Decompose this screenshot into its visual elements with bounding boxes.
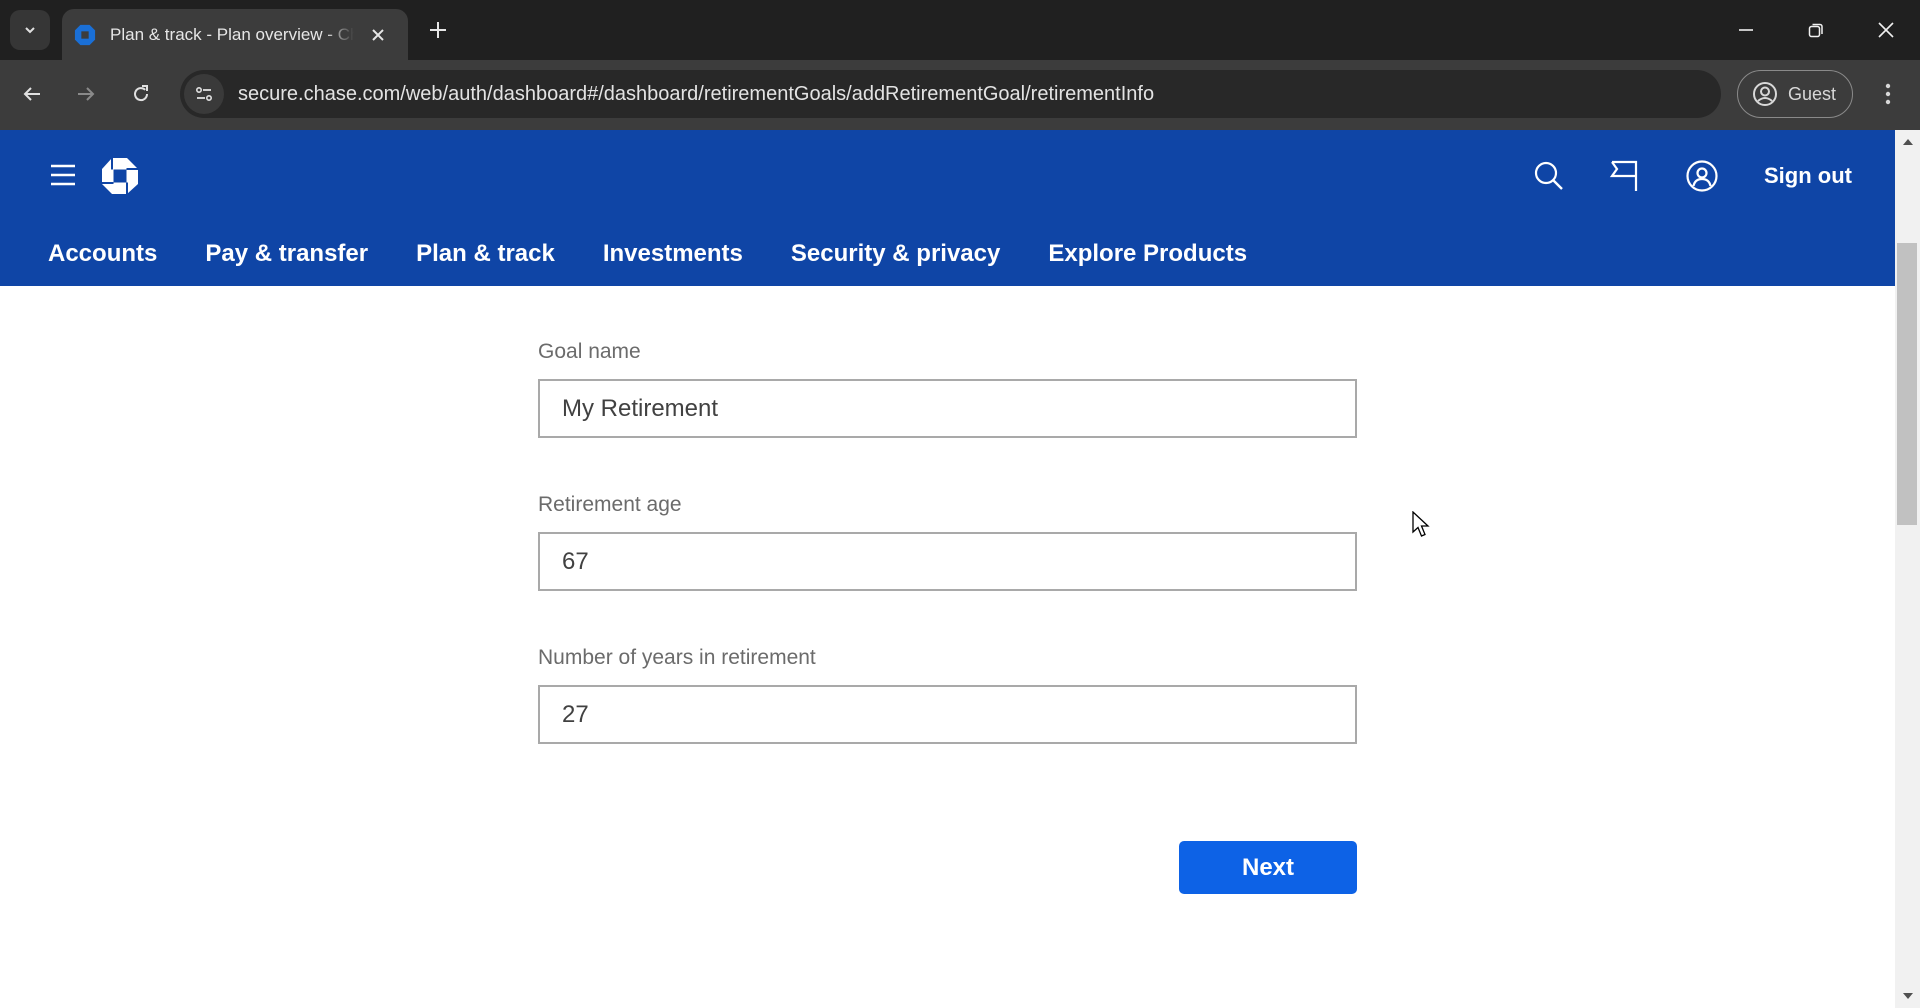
site-info-button[interactable] xyxy=(184,74,224,114)
triangle-up-icon xyxy=(1902,139,1913,145)
hamburger-icon xyxy=(51,164,75,186)
years-in-retirement-label: Number of years in retirement xyxy=(538,646,816,669)
browser-window: Plan & track - Plan overview - Chase xyxy=(0,0,1920,1008)
scroll-up-button[interactable] xyxy=(1895,130,1920,154)
new-tab-button[interactable] xyxy=(424,16,452,44)
goal-name-input[interactable] xyxy=(538,379,1357,438)
next-button[interactable]: Next xyxy=(1179,841,1357,894)
close-icon xyxy=(372,28,384,41)
profile-menu-button[interactable] xyxy=(1684,158,1720,194)
chase-logo-icon xyxy=(102,158,138,194)
scrollbar-thumb[interactable] xyxy=(1897,243,1917,525)
forward-button[interactable] xyxy=(68,76,104,112)
nav-item-investments[interactable]: Investments xyxy=(603,234,743,274)
browser-menu-button[interactable] xyxy=(1874,76,1902,112)
reload-icon xyxy=(134,85,149,102)
url-text: secure.chase.com/web/auth/dashboard#/das… xyxy=(238,82,1155,105)
years-in-retirement-input[interactable] xyxy=(538,685,1357,744)
nav-item-security-privacy[interactable]: Security & privacy xyxy=(791,234,1000,274)
profile-icon xyxy=(1686,160,1718,192)
arrow-right-icon xyxy=(78,87,95,101)
chevron-down-icon xyxy=(25,27,35,34)
nav-item-plan-track[interactable]: Plan & track xyxy=(416,234,555,274)
minimize-icon xyxy=(1739,29,1753,31)
page-scrollbar[interactable] xyxy=(1895,130,1920,1008)
tab-title: Plan & track - Plan overview - Chase xyxy=(110,24,354,44)
tab-strip: Plan & track - Plan overview - Chase xyxy=(0,0,1920,60)
tab-search-button[interactable] xyxy=(10,10,50,50)
active-tab[interactable]: Plan & track - Plan overview - Chase xyxy=(62,9,408,60)
goal-name-label: Goal name xyxy=(538,340,641,363)
restore-button[interactable] xyxy=(1796,12,1836,48)
mouse-cursor-icon xyxy=(1412,511,1430,537)
menu-button[interactable] xyxy=(46,160,80,190)
main-navigation: Accounts Pay & transfer Plan & track Inv… xyxy=(48,234,1247,274)
account-circle-icon xyxy=(1753,82,1777,106)
tab-close-button[interactable] xyxy=(366,23,390,47)
scroll-down-button[interactable] xyxy=(1895,984,1920,1008)
triangle-down-icon xyxy=(1902,993,1913,999)
plus-icon xyxy=(430,22,446,38)
chase-logo[interactable] xyxy=(100,156,140,196)
back-button[interactable] xyxy=(14,76,50,112)
tune-icon xyxy=(195,86,213,102)
kebab-icon xyxy=(1885,83,1891,105)
close-icon xyxy=(1878,22,1894,38)
nav-item-pay-transfer[interactable]: Pay & transfer xyxy=(205,234,368,274)
restore-icon xyxy=(1808,23,1823,38)
nav-item-accounts[interactable]: Accounts xyxy=(48,234,157,274)
arrow-left-icon xyxy=(23,87,40,101)
flag-icon xyxy=(1609,160,1638,191)
profile-button[interactable]: Guest xyxy=(1737,70,1853,118)
messages-button[interactable] xyxy=(1606,158,1642,194)
minimize-button[interactable] xyxy=(1726,12,1766,48)
search-icon xyxy=(1534,161,1563,190)
profile-label: Guest xyxy=(1788,83,1837,104)
retirement-age-input[interactable] xyxy=(538,532,1357,591)
chase-favicon-icon xyxy=(74,24,96,45)
address-bar[interactable]: secure.chase.com/web/auth/dashboard#/das… xyxy=(180,70,1721,118)
search-button[interactable] xyxy=(1531,158,1567,194)
sign-out-link[interactable]: Sign out xyxy=(1764,160,1852,192)
retirement-age-label: Retirement age xyxy=(538,493,682,516)
close-window-button[interactable] xyxy=(1866,12,1906,48)
reload-button[interactable] xyxy=(123,76,159,112)
nav-item-explore-products[interactable]: Explore Products xyxy=(1048,234,1247,274)
